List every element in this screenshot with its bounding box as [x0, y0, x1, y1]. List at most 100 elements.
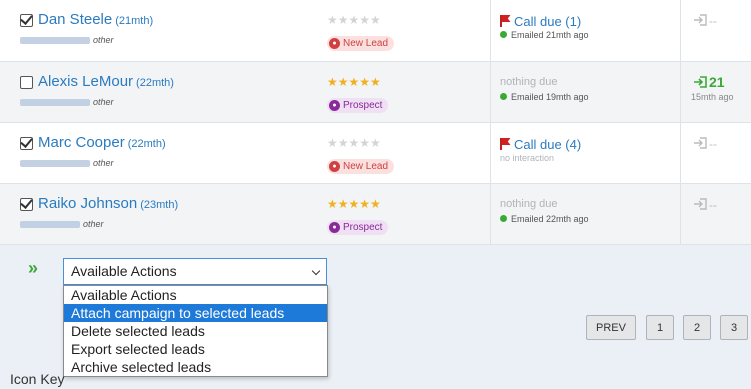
column-divider	[490, 62, 491, 122]
status-label: New Lead	[343, 38, 389, 49]
status-label: Prospect	[343, 100, 383, 111]
status-badge[interactable]: ● New Lead	[327, 36, 395, 51]
status-dot-icon	[500, 93, 507, 100]
lead-row: Alexis LeMour (22mth) other ★★★★★ ● Prospe…	[0, 62, 751, 123]
user-icon: ●	[329, 161, 340, 172]
last-interaction-label: Emailed 22mth ago	[511, 214, 589, 224]
lead-phone: other	[20, 219, 104, 229]
dropdown-option[interactable]: Available Actions	[64, 286, 327, 304]
sign-in-icon	[694, 76, 707, 88]
lead-name-link[interactable]: Raiko Johnson	[38, 195, 137, 212]
column-divider	[680, 62, 681, 122]
task-due[interactable]: Call due (4)	[500, 137, 581, 152]
last-interaction-label: Emailed 19mth ago	[511, 92, 589, 102]
status-badge[interactable]: ● New Lead	[327, 159, 395, 174]
status-dot-icon	[500, 31, 507, 38]
lead-select-checkbox[interactable]	[20, 198, 33, 211]
flag-icon	[500, 15, 511, 27]
activity-count: 21	[709, 74, 725, 90]
task-due-label: Call due (1)	[514, 14, 582, 29]
last-interaction: no interaction	[500, 153, 554, 163]
page-button[interactable]: 3	[720, 315, 748, 340]
column-divider	[680, 0, 681, 61]
phone-type-label: other	[83, 219, 104, 229]
lead-select-checkbox[interactable]	[20, 76, 33, 89]
lead-name-line: Marc Cooper (22mth)	[38, 134, 166, 152]
activity-cell[interactable]: --	[693, 12, 717, 30]
redacted-phone-number	[20, 37, 90, 45]
redacted-phone-number	[20, 160, 90, 168]
dropdown-option[interactable]: Archive selected leads	[64, 358, 327, 376]
lead-select-checkbox[interactable]	[20, 137, 33, 150]
task-due-label: nothing due	[500, 198, 558, 210]
status-badge[interactable]: ● Prospect	[327, 220, 389, 235]
task-due: nothing due	[500, 76, 558, 88]
lead-select-checkbox[interactable]	[20, 14, 33, 27]
leads-list: Dan Steele (21mth) other ★★★★★ ● New Lead …	[0, 0, 751, 245]
lead-row: Dan Steele (21mth) other ★★★★★ ● New Lead …	[0, 0, 751, 62]
activity-cell[interactable]: --	[693, 196, 717, 214]
column-divider	[680, 184, 681, 244]
page-button[interactable]: 1	[646, 315, 674, 340]
phone-type-label: other	[93, 97, 114, 107]
activity-empty: --	[709, 137, 717, 151]
activity-cell[interactable]: --	[693, 135, 717, 153]
rating-stars[interactable]: ★★★★★	[327, 13, 381, 27]
user-icon: ●	[329, 222, 340, 233]
sign-in-icon	[694, 137, 707, 149]
lead-age: (21mth)	[115, 15, 154, 27]
page-button[interactable]: 2	[683, 315, 711, 340]
bulk-actions-bar: » Available Actions Available Actions At…	[0, 247, 751, 389]
last-interaction: Emailed 21mth ago	[500, 30, 589, 40]
last-interaction: Emailed 22mth ago	[500, 214, 589, 224]
chevron-down-icon	[311, 266, 321, 276]
available-actions-select[interactable]: Available Actions	[63, 258, 327, 285]
last-interaction-label: no interaction	[500, 153, 555, 163]
status-label: New Lead	[343, 161, 389, 172]
last-interaction-label: Emailed 21mth ago	[511, 30, 589, 40]
task-due-label: Call due (4)	[514, 137, 582, 152]
prev-page-button[interactable]: PREV	[586, 315, 636, 340]
column-divider	[490, 0, 491, 61]
dropdown-option[interactable]: Attach campaign to selected leads	[64, 304, 327, 322]
rating-stars[interactable]: ★★★★★	[327, 197, 381, 211]
dropdown-option[interactable]: Export selected leads	[64, 340, 327, 358]
lead-name-line: Alexis LeMour (22mth)	[38, 73, 174, 91]
status-badge[interactable]: ● Prospect	[327, 98, 389, 113]
rating-stars[interactable]: ★★★★★	[327, 75, 381, 89]
sign-in-icon	[694, 198, 707, 210]
lead-age: (22mth)	[136, 77, 174, 89]
lead-name-link[interactable]: Alexis LeMour	[38, 73, 133, 90]
lead-name-link[interactable]: Marc Cooper	[38, 134, 125, 151]
task-due: nothing due	[500, 198, 558, 210]
phone-type-label: other	[93, 35, 114, 45]
lead-row: Raiko Johnson (23mth) other ★★★★★ ● Prospe…	[0, 184, 751, 245]
lead-phone: other	[20, 158, 114, 168]
task-due[interactable]: Call due (1)	[500, 14, 581, 29]
lead-name-link[interactable]: Dan Steele	[38, 11, 112, 28]
sign-in-icon	[694, 14, 707, 26]
column-divider	[490, 123, 491, 183]
dropdown-option[interactable]: Delete selected leads	[64, 322, 327, 340]
task-due-label: nothing due	[500, 76, 558, 88]
redacted-phone-number	[20, 221, 80, 229]
column-divider	[680, 123, 681, 183]
activity-empty: --	[709, 14, 717, 28]
rating-stars[interactable]: ★★★★★	[327, 136, 381, 150]
flag-icon	[500, 138, 511, 150]
lead-row: Marc Cooper (22mth) other ★★★★★ ● New Lead…	[0, 123, 751, 184]
actions-dropdown-list: Available Actions Attach campaign to sel…	[63, 285, 328, 377]
status-label: Prospect	[343, 222, 383, 233]
select-value: Available Actions	[71, 263, 177, 279]
lead-name-line: Dan Steele (21mth)	[38, 11, 153, 29]
phone-type-label: other	[93, 158, 114, 168]
column-divider	[490, 184, 491, 244]
status-dot-icon	[500, 215, 507, 222]
lead-age: (23mth)	[140, 199, 179, 211]
activity-cell[interactable]: 21	[693, 74, 725, 92]
lead-phone: other	[20, 35, 114, 45]
last-interaction: Emailed 19mth ago	[500, 92, 589, 102]
activity-empty: --	[709, 198, 717, 212]
lead-age: (22mth)	[127, 138, 166, 150]
lead-phone: other	[20, 97, 114, 107]
